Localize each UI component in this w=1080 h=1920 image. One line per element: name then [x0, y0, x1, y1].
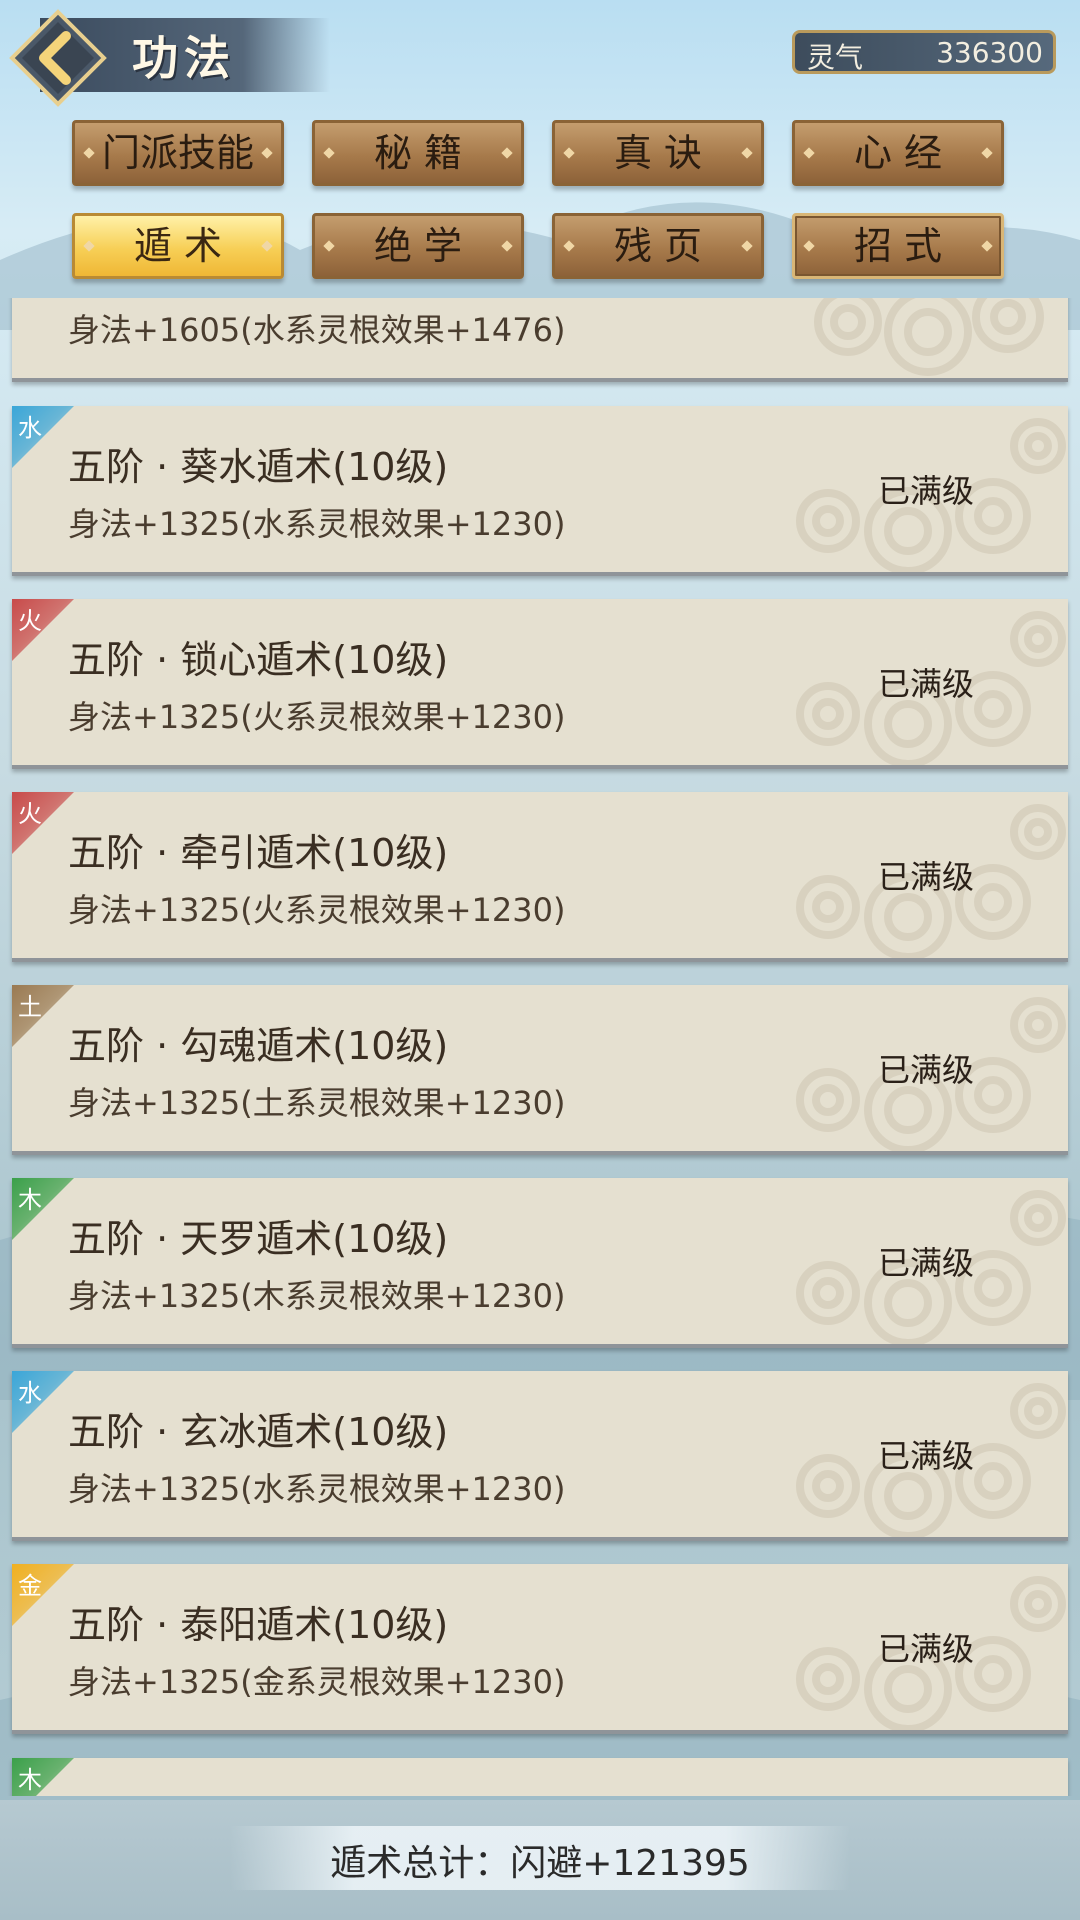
tab-sect-skills[interactable]: 门派技能	[72, 120, 284, 186]
back-arrow-icon	[9, 9, 107, 107]
max-level-status: 已满级	[878, 1051, 975, 1089]
element-label: 水	[18, 1379, 42, 1407]
tab-ultimate-arts[interactable]: 绝 学	[312, 213, 524, 279]
back-button[interactable]	[8, 8, 108, 108]
currency-value: 336300	[936, 36, 1043, 69]
list-item-partial-top[interactable]: 身法+1605(水系灵根效果+1476)	[12, 298, 1068, 382]
skill-effect: 身法+1325(土系灵根效果+1230)	[68, 1084, 566, 1122]
list-item-partial-bottom[interactable]: 木	[12, 1758, 1068, 1796]
skill-name: 五阶 · 葵水遁术(10级)	[68, 445, 449, 489]
currency-label: 灵气	[807, 41, 864, 74]
skill-effect: 身法+1605(水系灵根效果+1476)	[68, 311, 566, 349]
tab-fragments[interactable]: 残 页	[552, 213, 764, 279]
skill-effect: 身法+1325(金系灵根效果+1230)	[68, 1663, 566, 1701]
skill-card[interactable]: 火五阶 · 牵引遁术(10级) 身法+1325(火系灵根效果+1230) 已满级	[12, 792, 1068, 962]
max-level-status: 已满级	[878, 665, 975, 703]
total-summary: 遁术总计：闪避+121395	[330, 1843, 750, 1884]
tab-true-formulas[interactable]: 真 诀	[552, 120, 764, 186]
max-level-status: 已满级	[878, 858, 975, 896]
max-level-status: 已满级	[878, 1244, 975, 1282]
skill-card[interactable]: 水五阶 · 葵水遁术(10级) 身法+1325(水系灵根效果+1230) 已满级	[12, 406, 1068, 576]
cloud-pattern-icon	[814, 298, 1044, 376]
skill-name: 五阶 · 泰阳遁术(10级)	[68, 1603, 449, 1647]
skill-name: 五阶 · 勾魂遁术(10级)	[68, 1024, 449, 1068]
max-level-status: 已满级	[878, 472, 975, 510]
skill-card[interactable]: 金五阶 · 泰阳遁术(10级) 身法+1325(金系灵根效果+1230) 已满级	[12, 1564, 1068, 1734]
skill-card[interactable]: 土五阶 · 勾魂遁术(10级) 身法+1325(土系灵根效果+1230) 已满级	[12, 985, 1068, 1155]
skill-effect: 身法+1325(火系灵根效果+1230)	[68, 698, 566, 736]
skill-name: 五阶 · 牵引遁术(10级)	[68, 831, 449, 875]
page-title: 功法	[132, 31, 236, 85]
skill-effect: 身法+1325(木系灵根效果+1230)	[68, 1277, 566, 1315]
header: 功法 灵气 336300 门派技能 秘 籍 真 诀 心 经 遁 术 绝 学 残 …	[0, 0, 1080, 300]
element-label: 金	[18, 1572, 42, 1600]
currency-display: 灵气 336300	[792, 30, 1056, 74]
max-level-status: 已满级	[878, 1437, 975, 1475]
footer: 遁术总计：闪避+121395	[0, 1800, 1080, 1920]
skill-effect: 身法+1325(水系灵根效果+1230)	[68, 1470, 566, 1508]
element-label: 土	[18, 993, 42, 1021]
skill-name: 五阶 · 锁心遁术(10级)	[68, 638, 449, 682]
element-label: 火	[18, 607, 42, 635]
tab-escape-arts[interactable]: 遁 术	[72, 213, 284, 279]
skill-card[interactable]: 木五阶 · 天罗遁术(10级) 身法+1325(木系灵根效果+1230) 已满级	[12, 1178, 1068, 1348]
skill-effect: 身法+1325(火系灵根效果+1230)	[68, 891, 566, 929]
element-label: 木	[18, 1766, 42, 1794]
element-label: 木	[18, 1186, 42, 1214]
element-label: 水	[18, 414, 42, 442]
skill-card[interactable]: 火五阶 · 锁心遁术(10级) 身法+1325(火系灵根效果+1230) 已满级	[12, 599, 1068, 769]
skill-card[interactable]: 水五阶 · 玄冰遁术(10级) 身法+1325(水系灵根效果+1230) 已满级	[12, 1371, 1068, 1541]
tab-secret-books[interactable]: 秘 籍	[312, 120, 524, 186]
max-level-status: 已满级	[878, 1630, 975, 1668]
tab-moves[interactable]: 招 式	[792, 213, 1004, 279]
skill-name: 五阶 · 玄冰遁术(10级)	[68, 1410, 449, 1454]
skill-effect: 身法+1325(水系灵根效果+1230)	[68, 505, 566, 543]
element-label: 火	[18, 800, 42, 828]
skill-name: 五阶 · 天罗遁术(10级)	[68, 1217, 449, 1261]
skill-list[interactable]: 身法+1605(水系灵根效果+1476) 水五阶 · 葵水遁术(10级) 身法+1…	[0, 298, 1080, 1796]
tab-heart-sutras[interactable]: 心 经	[792, 120, 1004, 186]
